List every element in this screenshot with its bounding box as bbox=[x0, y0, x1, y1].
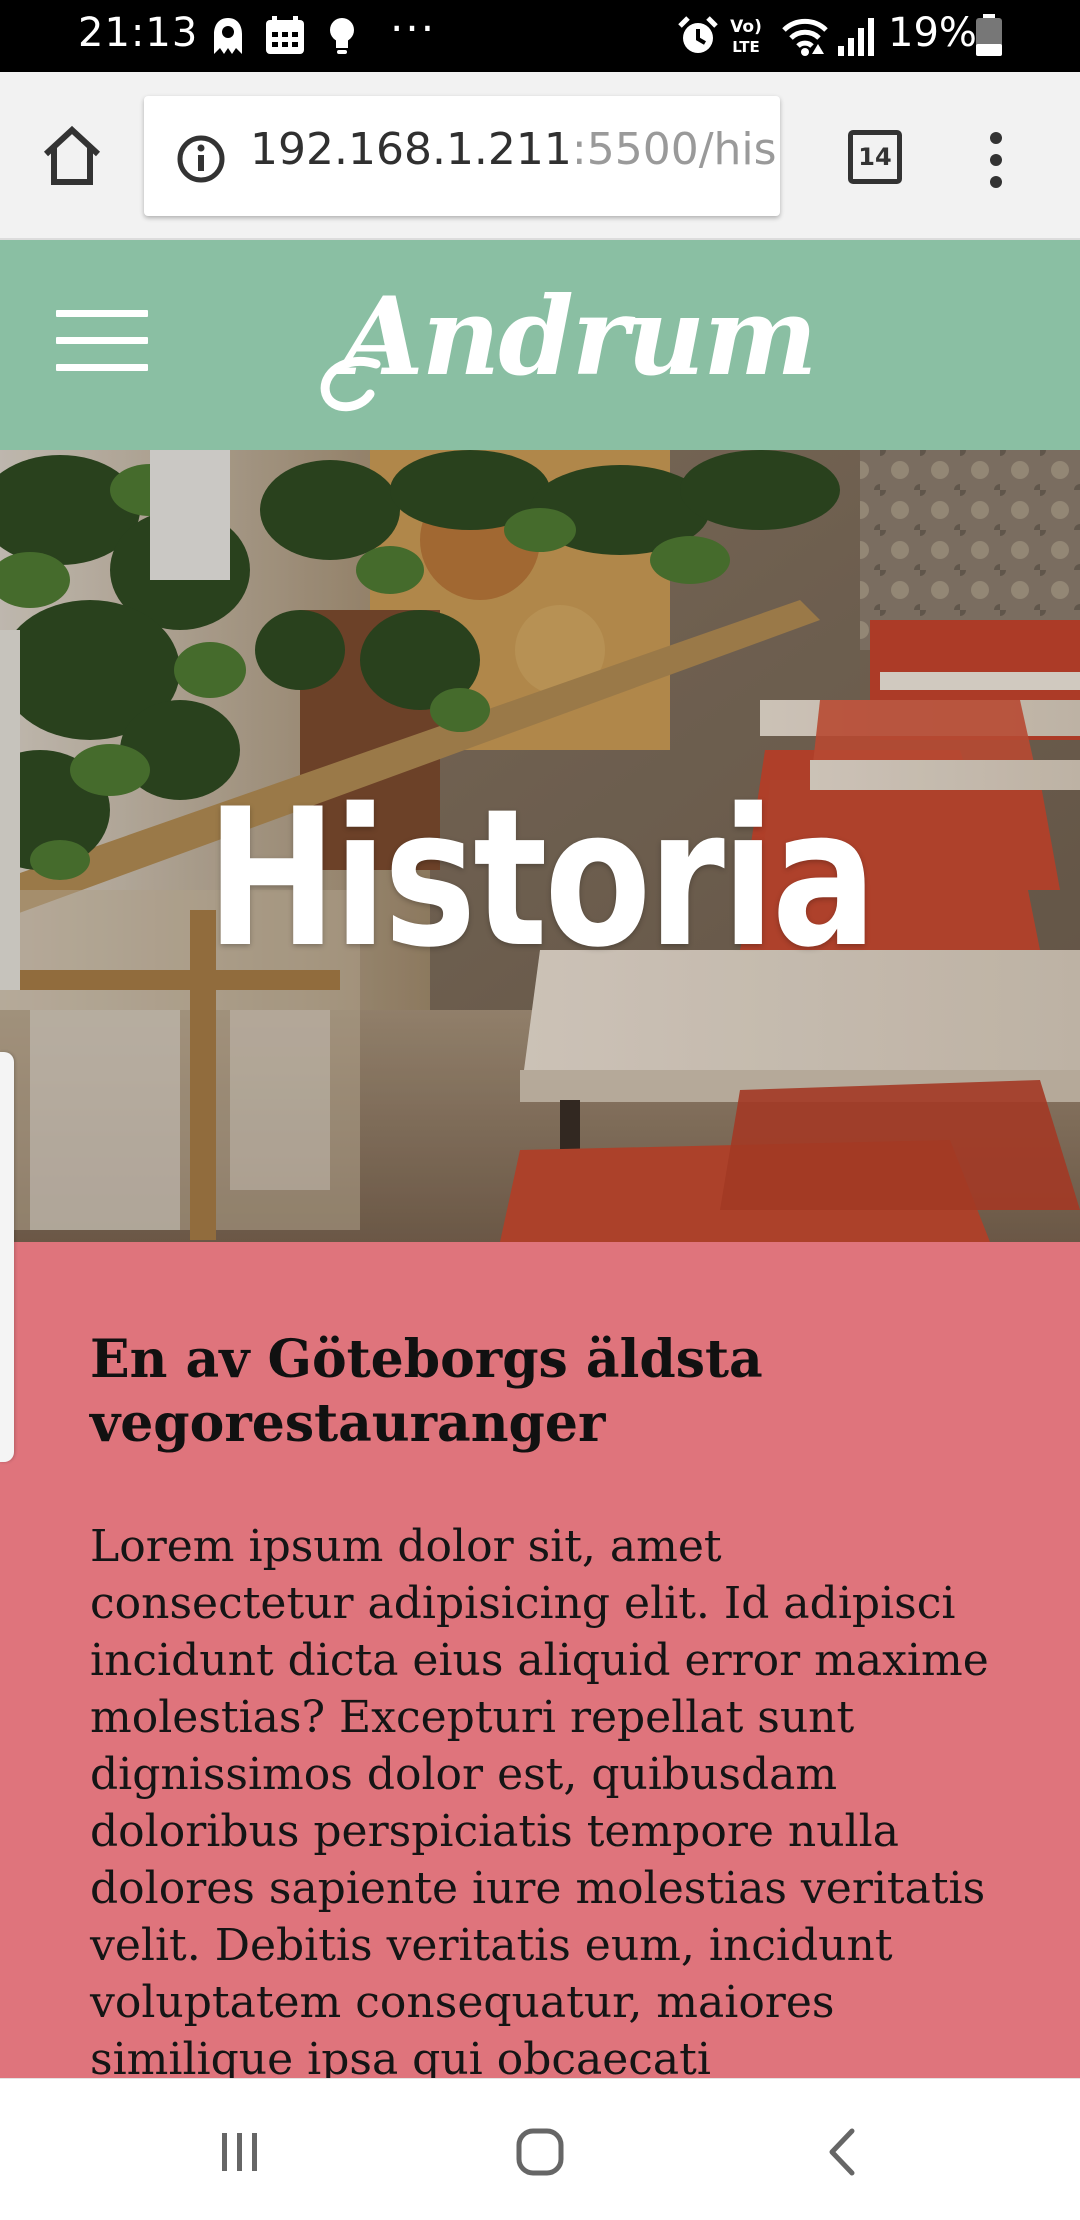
home-button[interactable] bbox=[36, 120, 108, 192]
svg-text:Vo): Vo) bbox=[730, 17, 762, 37]
brand-name: Andrum bbox=[340, 274, 818, 400]
volte-icon: Vo) LTE bbox=[726, 14, 766, 68]
lightbulb-icon bbox=[324, 14, 364, 58]
wifi-icon bbox=[780, 14, 830, 68]
hero-title: Historia bbox=[206, 768, 876, 989]
history-section: En av Göteborgs äldsta vegorestauranger … bbox=[0, 1242, 1080, 2078]
browser-toolbar: 192.168.1.211:5500/his 14 bbox=[0, 72, 1080, 240]
status-time: 21:13 bbox=[78, 10, 199, 56]
calendar-icon bbox=[264, 14, 304, 58]
back-button[interactable] bbox=[814, 2125, 874, 2181]
browser-menu-button[interactable] bbox=[976, 128, 1016, 192]
section-heading: En av Göteborgs äldsta vegorestauranger bbox=[90, 1329, 763, 1454]
more-notifications-indicator: ··· bbox=[390, 4, 437, 53]
recent-apps-icon bbox=[222, 2133, 257, 2171]
home-nav-button[interactable] bbox=[510, 2125, 570, 2181]
vertical-dots-icon bbox=[990, 132, 1002, 188]
hero-banner: Historia bbox=[0, 450, 1080, 1242]
tab-switcher-button[interactable]: 14 bbox=[848, 130, 902, 184]
site-header: Andrum bbox=[0, 240, 1080, 450]
home-icon bbox=[43, 125, 101, 185]
section-body: Lorem ipsum dolor sit, amet consectetur … bbox=[90, 1521, 989, 2078]
info-icon[interactable] bbox=[176, 134, 226, 184]
url-host: 192.168.1.211 bbox=[250, 124, 572, 175]
android-nav-bar bbox=[0, 2078, 1080, 2220]
home-circle-icon bbox=[516, 2128, 564, 2176]
recent-apps-button[interactable] bbox=[210, 2125, 270, 2181]
alarm-icon bbox=[676, 14, 720, 68]
url-path: :5500/his bbox=[571, 124, 777, 175]
svg-text:LTE: LTE bbox=[732, 38, 760, 56]
back-icon bbox=[829, 2128, 855, 2176]
battery-percent: 19% bbox=[888, 10, 977, 56]
signal-icon bbox=[836, 14, 876, 68]
hamburger-icon[interactable] bbox=[56, 310, 148, 374]
status-bar: 21:13 ··· Vo) LTE 19% bbox=[0, 0, 1080, 72]
site-logo[interactable]: Andrum bbox=[320, 274, 818, 414]
address-bar[interactable]: 192.168.1.211:5500/his bbox=[144, 96, 780, 216]
pokemon-go-icon bbox=[208, 14, 248, 58]
edge-panel-handle[interactable] bbox=[0, 1052, 14, 1462]
url-text: 192.168.1.211:5500/his bbox=[250, 124, 777, 175]
battery-icon bbox=[974, 14, 1004, 68]
